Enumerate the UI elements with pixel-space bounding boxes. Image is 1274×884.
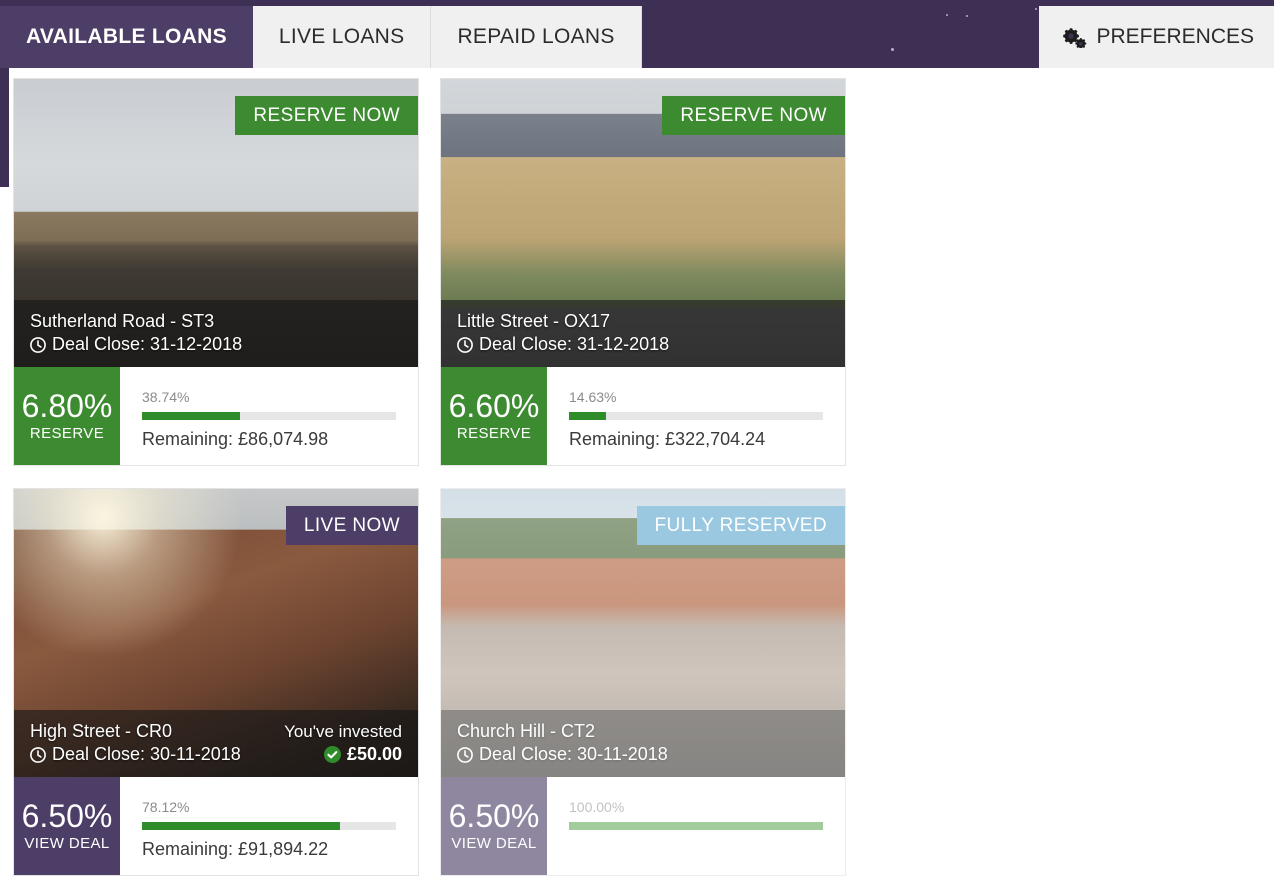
invested-amount-row: £50.00	[323, 744, 402, 765]
progress-bar-fill	[569, 822, 823, 830]
status-ribbon[interactable]: RESERVE NOW	[662, 96, 845, 135]
clock-icon	[457, 336, 473, 353]
loan-card[interactable]: RESERVE NOW Little Street - OX17 Deal Cl…	[440, 78, 846, 466]
clock-icon	[457, 746, 473, 763]
deal-close-row: Deal Close: 30-11-2018	[30, 744, 241, 765]
invested-label: You've invested	[284, 721, 402, 741]
loan-card[interactable]: LIVE NOW High Street - CR0 Deal Close: 3…	[13, 488, 419, 876]
remaining-amount: Remaining: £322,704.24	[569, 429, 766, 449]
status-ribbon[interactable]: FULLY RESERVED	[636, 506, 845, 545]
property-photo[interactable]: LIVE NOW High Street - CR0 Deal Close: 3…	[14, 489, 418, 777]
interest-rate: 6.50%	[21, 797, 113, 834]
status-ribbon[interactable]: LIVE NOW	[285, 506, 418, 545]
photo-caption: Little Street - OX17 Deal Close: 31-12-2…	[441, 299, 845, 367]
progress-bar-fill	[142, 822, 341, 830]
interest-rate: 6.50%	[448, 797, 540, 834]
property-title: High Street - CR0	[30, 720, 173, 741]
tab-available-loans[interactable]: AVAILABLE LOANS	[0, 6, 253, 68]
rate-action-label: VIEW DEAL	[451, 835, 537, 853]
loan-marketplace-page: AVAILABLE LOANS LIVE LOANS REPAID LOANS	[0, 0, 1274, 884]
property-photo[interactable]: RESERVE NOW Little Street - OX17 Deal Cl…	[441, 79, 845, 367]
interest-rate: 6.80%	[21, 387, 113, 424]
status-ribbon-label: LIVE NOW	[303, 515, 400, 536]
left-accent-rail	[0, 68, 9, 187]
loan-card[interactable]: FULLY RESERVED Church Hill - CT2 Deal Cl…	[440, 488, 846, 876]
deal-close-row: Deal Close: 31-12-2018	[457, 334, 669, 355]
loan-card-grid: RESERVE NOW Sutherland Road - ST3 Deal C…	[13, 78, 1267, 884]
card-footer: 6.80% RESERVE 38.74% Remaining: £86,074.…	[14, 367, 418, 465]
remaining-amount: Remaining: £86,074.98	[142, 429, 329, 449]
remaining-amount: Remaining: £91,894.22	[142, 839, 329, 859]
progress-bar-track	[569, 822, 823, 830]
status-ribbon-label: FULLY RESERVED	[654, 515, 827, 536]
card-footer: 6.50% VIEW DEAL 100.00%	[441, 777, 845, 875]
deal-close-date: Deal Close: 31-12-2018	[52, 334, 243, 355]
deal-close-date: Deal Close: 30-11-2018	[52, 744, 241, 765]
photo-caption: High Street - CR0 Deal Close: 30-11-2018…	[14, 709, 418, 777]
deal-close-date: Deal Close: 30-11-2018	[479, 744, 668, 765]
rate-action-button[interactable]: 6.80% RESERVE	[14, 367, 120, 465]
property-title: Church Hill - CT2	[457, 720, 596, 741]
tab-strip: AVAILABLE LOANS LIVE LOANS REPAID LOANS	[0, 6, 642, 68]
property-title: Sutherland Road - ST3	[30, 310, 215, 331]
progress-bar-track	[569, 412, 823, 420]
loan-card[interactable]: RESERVE NOW Sutherland Road - ST3 Deal C…	[13, 78, 419, 466]
funding-progress: 78.12% Remaining: £91,894.22	[120, 777, 418, 875]
funding-progress: 38.74% Remaining: £86,074.98	[120, 367, 418, 465]
speckle-dot	[1035, 8, 1037, 10]
status-ribbon-label: RESERVE NOW	[680, 105, 827, 126]
tab-available-loans-label: AVAILABLE LOANS	[26, 25, 227, 48]
funded-percent-label: 14.63%	[569, 389, 617, 405]
rate-action-button[interactable]: 6.50% VIEW DEAL	[14, 777, 120, 875]
rate-action-button[interactable]: 6.60% RESERVE	[441, 367, 547, 465]
caption-left: Sutherland Road - ST3 Deal Close: 31-12-…	[30, 311, 242, 355]
check-circle-icon	[323, 746, 341, 764]
funding-progress: 14.63% Remaining: £322,704.24	[547, 367, 845, 465]
rate-action-label: VIEW DEAL	[24, 835, 110, 853]
preferences-label: PREFERENCES	[1096, 25, 1254, 48]
photo-caption: Sutherland Road - ST3 Deal Close: 31-12-…	[14, 299, 418, 367]
interest-rate: 6.60%	[448, 387, 540, 424]
rate-action-button[interactable]: 6.50% VIEW DEAL	[441, 777, 547, 875]
invested-amount: £50.00	[346, 744, 402, 765]
tab-repaid-loans[interactable]: REPAID LOANS	[431, 6, 642, 68]
deal-close-row: Deal Close: 31-12-2018	[30, 334, 242, 355]
top-header: AVAILABLE LOANS LIVE LOANS REPAID LOANS	[0, 0, 1274, 68]
caption-left: Church Hill - CT2 Deal Close: 30-11-2018	[457, 721, 668, 765]
tab-live-loans-label: LIVE LOANS	[278, 25, 405, 48]
funding-progress: 100.00%	[547, 777, 845, 875]
speckle-dot	[966, 15, 968, 17]
clock-icon	[30, 746, 46, 763]
progress-bar-track	[142, 822, 396, 830]
deal-close-row: Deal Close: 30-11-2018	[457, 744, 668, 765]
clock-icon	[30, 336, 46, 353]
progress-bar-track	[142, 412, 396, 420]
property-photo[interactable]: RESERVE NOW Sutherland Road - ST3 Deal C…	[14, 79, 418, 367]
deal-close-date: Deal Close: 31-12-2018	[479, 334, 670, 355]
card-footer: 6.50% VIEW DEAL 78.12% Remaining: £91,89…	[14, 777, 418, 875]
preferences-button[interactable]: PREFERENCES	[1039, 6, 1274, 68]
funded-percent-label: 78.12%	[142, 799, 190, 815]
speckle-dot	[946, 14, 948, 16]
property-title: Little Street - OX17	[457, 310, 611, 331]
progress-bar-fill	[142, 412, 241, 420]
status-ribbon[interactable]: RESERVE NOW	[235, 96, 418, 135]
cogs-icon	[1063, 26, 1087, 49]
progress-bar-fill	[569, 412, 607, 420]
rate-action-label: RESERVE	[456, 425, 532, 443]
rate-action-label: RESERVE	[29, 425, 105, 443]
status-ribbon-label: RESERVE NOW	[253, 105, 400, 126]
funded-percent-label: 100.00%	[569, 799, 625, 815]
card-footer: 6.60% RESERVE 14.63% Remaining: £322,704…	[441, 367, 845, 465]
property-photo[interactable]: FULLY RESERVED Church Hill - CT2 Deal Cl…	[441, 489, 845, 777]
caption-left: High Street - CR0 Deal Close: 30-11-2018	[30, 721, 241, 765]
tab-live-loans[interactable]: LIVE LOANS	[252, 6, 432, 68]
funded-percent-label: 38.74%	[142, 389, 190, 405]
speckle-dot	[891, 48, 894, 51]
tab-repaid-loans-label: REPAID LOANS	[457, 25, 615, 48]
invested-block: You've invested £50.00	[284, 722, 402, 765]
photo-caption: Church Hill - CT2 Deal Close: 30-11-2018	[441, 709, 845, 777]
caption-left: Little Street - OX17 Deal Close: 31-12-2…	[457, 311, 669, 355]
